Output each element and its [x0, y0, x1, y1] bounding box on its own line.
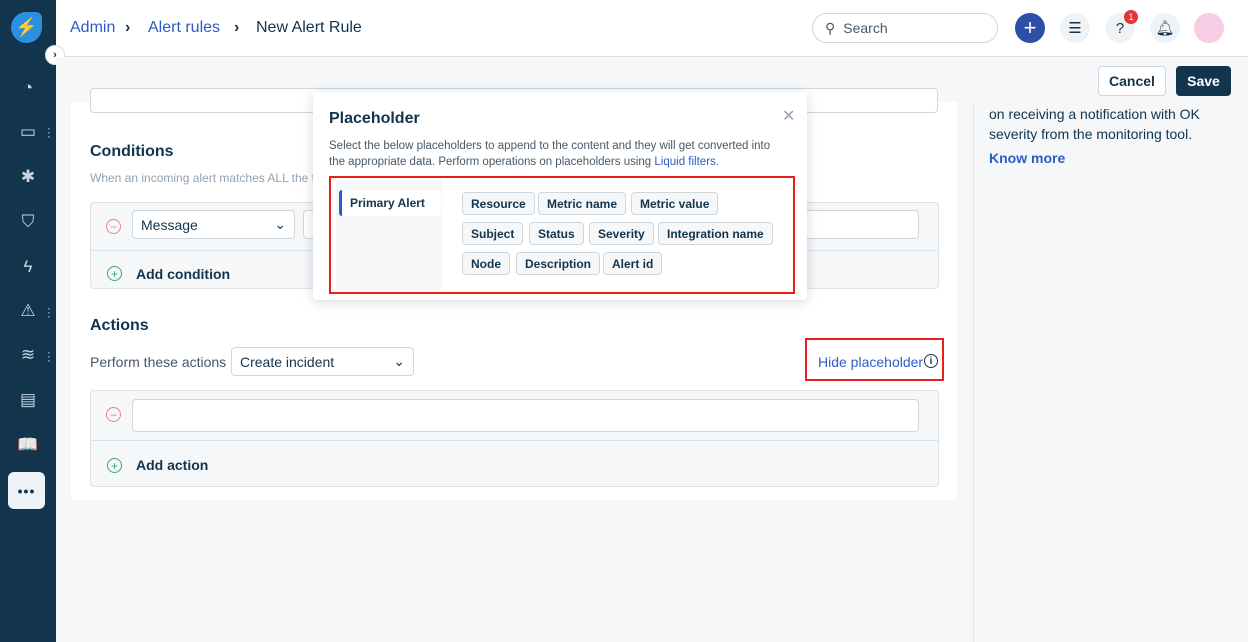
menu-dots-icon[interactable]: · · · — [47, 122, 51, 142]
info-icon[interactable]: i — [924, 354, 938, 368]
placeholder-chip[interactable]: Node — [462, 252, 510, 275]
breadcrumb-admin[interactable]: Admin — [70, 19, 115, 37]
ticket-icon[interactable]: ▭ — [14, 118, 42, 146]
conditions-title: Conditions — [90, 143, 174, 160]
hide-placeholder-link[interactable]: Hide placeholder — [818, 354, 923, 370]
search-input[interactable]: ⚲ Search — [812, 13, 998, 43]
search-icon: ⚲ — [825, 19, 836, 36]
document-icon[interactable]: ▤ — [14, 386, 42, 414]
action-value: Create incident — [240, 353, 335, 370]
placeholder-chip[interactable]: Metric name — [538, 192, 627, 215]
placeholder-chip[interactable]: Subject — [462, 222, 524, 245]
chevron-down-icon: ⌄ — [274, 216, 286, 232]
warning-icon[interactable]: ⚠ — [14, 297, 42, 325]
add-condition-icon[interactable]: + — [107, 266, 122, 281]
actions-label: Perform these actions — [90, 354, 227, 370]
alert-bolt-icon[interactable]: ϟ — [14, 253, 42, 281]
add-action-button[interactable]: Add action — [136, 457, 208, 473]
menu-dots-icon[interactable]: · · · — [47, 302, 51, 322]
condition-field-select[interactable]: Message ⌄ — [132, 210, 295, 239]
action-content-input[interactable] — [132, 399, 919, 432]
remove-action-icon[interactable]: − — [106, 407, 121, 422]
search-placeholder: Search — [843, 20, 888, 36]
divider — [91, 440, 938, 441]
contacts-icon[interactable]: ☰ — [1060, 13, 1090, 43]
placeholder-chip[interactable]: Alert id — [603, 252, 663, 275]
chevron-down-icon: ⌄ — [393, 353, 405, 369]
popover-description: the appropriate data. Perform operations… — [329, 156, 655, 168]
close-icon[interactable]: ✕ — [782, 106, 795, 126]
placeholder-popover: Placeholder ✕ Select the below placehold… — [313, 92, 807, 300]
placeholder-chip[interactable]: Resource — [462, 192, 535, 215]
placeholder-chip[interactable]: Integration name — [658, 222, 773, 245]
page-title: New Alert Rule — [256, 19, 362, 36]
help-panel — [973, 102, 1248, 642]
shield-icon[interactable]: ⛉ — [14, 208, 42, 236]
placeholder-chip[interactable]: Severity — [589, 222, 654, 245]
chevron-right-icon: › — [234, 19, 240, 36]
menu-dots-icon[interactable]: · · · — [47, 346, 51, 366]
cancel-button[interactable]: Cancel — [1098, 66, 1166, 96]
know-more-link[interactable]: Know more — [989, 148, 1065, 168]
popover-title: Placeholder — [329, 110, 420, 127]
logo-icon[interactable]: ⚡ — [11, 12, 42, 43]
placeholder-chip[interactable]: Status — [529, 222, 584, 245]
save-button[interactable]: Save — [1176, 66, 1231, 96]
tab-primary-alert[interactable]: Primary Alert — [339, 190, 441, 216]
breadcrumb-alert-rules[interactable]: Alert rules — [148, 19, 220, 37]
notification-badge: 1 — [1124, 10, 1138, 24]
popover-description: Select the below placeholders to append … — [329, 140, 771, 152]
placeholder-chip[interactable]: Description — [516, 252, 601, 275]
help-text: on receiving a notification with OK — [989, 106, 1200, 122]
add-action-icon[interactable]: + — [107, 458, 122, 473]
condition-field-value: Message — [141, 216, 198, 233]
bell-icon[interactable]: 🔔︎ — [1150, 13, 1180, 43]
highlight-box: Primary Alert Resource Metric name Metri… — [329, 176, 795, 294]
book-icon[interactable]: 📖 — [14, 431, 42, 459]
conditions-description: When an incoming alert matches ALL the f — [90, 171, 316, 185]
more-icon[interactable]: ••• — [8, 472, 45, 509]
bug-icon[interactable]: ✱ — [14, 163, 42, 191]
add-condition-button[interactable]: Add condition — [136, 266, 230, 282]
help-text: severity from the monitoring tool. — [989, 126, 1193, 142]
action-select[interactable]: Create incident ⌄ — [231, 347, 414, 376]
actions-title: Actions — [90, 317, 149, 334]
liquid-filters-link[interactable]: Liquid filters. — [654, 156, 719, 168]
avatar[interactable] — [1194, 13, 1224, 43]
chevron-right-icon: › — [125, 19, 131, 36]
dashboard-icon[interactable]: ◔ — [14, 74, 42, 102]
layers-icon[interactable]: ≋ — [14, 341, 42, 369]
add-button[interactable]: + — [1015, 13, 1045, 43]
remove-condition-icon[interactable]: − — [106, 219, 121, 234]
sidebar: ⚡ ◔ ▭ · · · ✱ ⛉ ϟ ⚠ · · · ≋ · · · ▤ 📖 ••• — [0, 0, 56, 642]
placeholder-chip[interactable]: Metric value — [631, 192, 719, 215]
